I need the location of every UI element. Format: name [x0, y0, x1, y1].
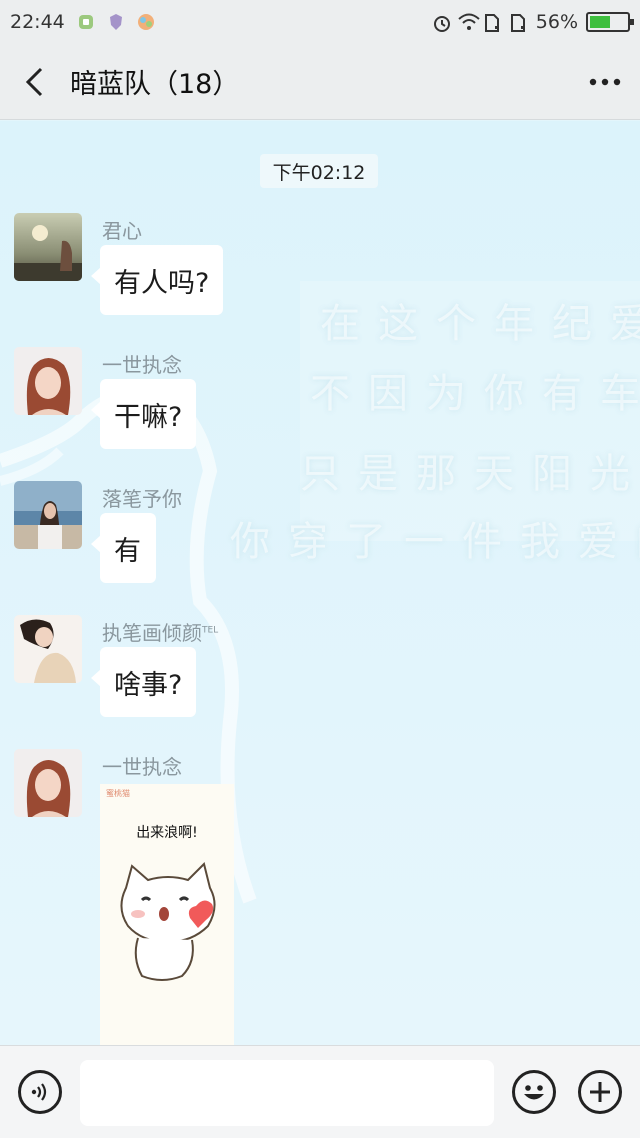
message-bubble[interactable]: 有 [91, 513, 156, 583]
sender-name: 君心 [102, 219, 142, 243]
wifi-icon [458, 13, 480, 31]
back-button[interactable] [0, 44, 70, 120]
wallpaper-decoration: 不因为你有车有 [310, 371, 640, 417]
avatar[interactable] [14, 213, 82, 281]
wallpaper-decoration: 只是那天阳光被 [300, 451, 640, 497]
sticker-watermark: 蜜桃猫 [106, 789, 130, 798]
sender-badge: TEL [202, 625, 219, 636]
message-bubble[interactable]: 啥事? [90, 647, 197, 717]
chat-title: 暗蓝队（18） [70, 69, 240, 100]
wallpaper-pattern [0, 281, 640, 904]
plus-button[interactable] [578, 1070, 622, 1114]
message-timestamp: 下午02:12 [260, 154, 378, 188]
avatar[interactable] [14, 615, 82, 683]
alarm-icon [432, 13, 450, 32]
status-time: 22:44 [10, 11, 65, 33]
input-bar [0, 1045, 640, 1138]
app-shield-icon [107, 13, 125, 31]
more-button[interactable] [570, 44, 640, 120]
voice-button[interactable] [18, 1070, 62, 1114]
sender-name-text: 执笔画倾颜 [102, 621, 202, 645]
chevron-left-icon [25, 67, 43, 96]
avatar[interactable] [14, 481, 82, 549]
battery-percent: 56% [535, 11, 578, 33]
wallpaper-decoration: 你穿了一件我爱的白 [230, 519, 640, 565]
emoji-button[interactable] [512, 1070, 556, 1114]
battery-level [590, 16, 611, 28]
more-icon [589, 78, 621, 85]
battery-icon [586, 12, 634, 32]
chat-area[interactable]: 在这个年纪爱你 不因为你有车有 只是那天阳光被 你穿了一件我爱的白 下午02:1… [0, 121, 640, 1045]
voice-icon [31, 1083, 47, 1101]
sender-name: 一世执念 [102, 353, 182, 377]
message-bubble[interactable]: 干嘛? [90, 379, 197, 449]
sender-name: 落笔予你 [102, 487, 182, 511]
avatar[interactable] [14, 347, 82, 415]
plus-icon [590, 1082, 610, 1102]
sender-name: 执笔画倾颜TEL [102, 617, 218, 646]
cat-sticker-image [120, 862, 216, 981]
sender-name: 一世执念 [102, 755, 182, 779]
avatar[interactable] [14, 749, 82, 817]
message-bubble[interactable]: 有人吗? [90, 245, 224, 315]
title-bar: 暗蓝队（18） [0, 44, 640, 120]
status-bar: 22:44 56% [0, 0, 640, 44]
app-photo-icon [137, 13, 155, 31]
sim2-icon [510, 13, 528, 32]
sticker-caption: 出来浪啊! [136, 825, 198, 841]
app-notify-icon [77, 13, 95, 31]
sim1-icon [484, 13, 502, 32]
message-input[interactable] [80, 1060, 494, 1126]
sticker-message[interactable]: 蜜桃猫 出来浪啊! [100, 784, 234, 1045]
emoji-icon [524, 1085, 544, 1100]
wallpaper-decoration: 在这个年纪爱你 [320, 301, 640, 347]
